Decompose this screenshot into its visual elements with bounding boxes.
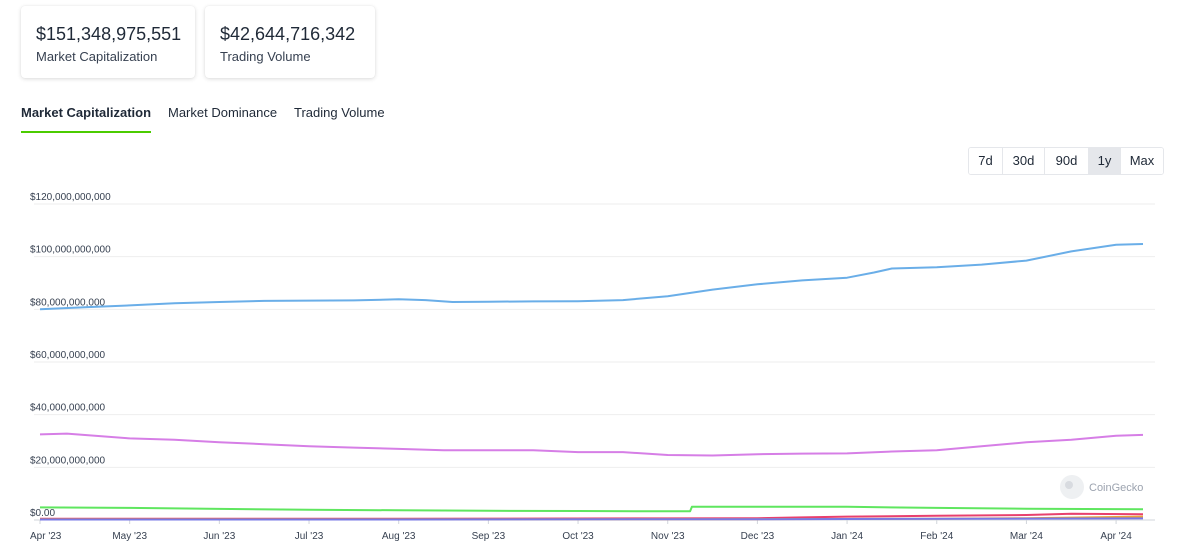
coingecko-watermark: CoinGecko bbox=[1060, 475, 1143, 499]
x-tick-label: Apr '24 bbox=[1100, 531, 1132, 542]
x-tick-label: Apr '23 bbox=[30, 531, 62, 542]
time-range-selector: 7d 30d 90d 1y Max bbox=[968, 147, 1164, 175]
tab-market-capitalization[interactable]: Market Capitalization bbox=[21, 105, 152, 133]
trading-volume-card: $42,644,716,342 Trading Volume bbox=[205, 6, 375, 78]
coingecko-logo-eye bbox=[1065, 481, 1073, 489]
trading-volume-label: Trading Volume bbox=[220, 49, 311, 64]
y-axis-ticks: $0.00 $20,000,000,000 $40,000,000,000 $60,0… bbox=[30, 192, 111, 519]
series-line-2 bbox=[39, 505, 1144, 513]
series-line-5 bbox=[40, 517, 1144, 521]
y-tick-label: $60,000,000,000 bbox=[30, 350, 106, 361]
trading-volume-value: $42,644,716,342 bbox=[220, 24, 356, 44]
range-7d-button[interactable]: 7d bbox=[969, 148, 1002, 174]
x-tick-label: Jun '23 bbox=[203, 531, 235, 542]
x-tick-label: Mar '24 bbox=[1010, 531, 1043, 542]
x-axis-ticks: Apr '23 May '23 Jun '23 Jul '23 Aug '23 Sep '… bbox=[30, 520, 1132, 542]
y-tick-label: $100,000,000,000 bbox=[30, 245, 111, 256]
x-tick-label: Sep '23 bbox=[472, 531, 506, 542]
range-1y-button[interactable]: 1y bbox=[1088, 148, 1120, 174]
x-tick-label: May '23 bbox=[112, 531, 147, 542]
y-tick-label: $120,000,000,000 bbox=[30, 192, 111, 203]
series-line-1 bbox=[39, 432, 1144, 457]
market-cap-value: $151,348,975,551 bbox=[36, 24, 182, 44]
range-90d-button[interactable]: 90d bbox=[1044, 148, 1088, 174]
chart-grid bbox=[34, 203, 1155, 521]
y-tick-label: $0.00 bbox=[30, 508, 55, 519]
x-tick-label: Jul '23 bbox=[295, 531, 324, 542]
x-tick-label: Jan '24 bbox=[831, 531, 863, 542]
x-tick-label: Nov '23 bbox=[651, 531, 685, 542]
x-tick-label: Aug '23 bbox=[382, 531, 416, 542]
range-30d-button[interactable]: 30d bbox=[1002, 148, 1044, 174]
chart-series bbox=[39, 243, 1144, 521]
range-max-button[interactable]: Max bbox=[1120, 148, 1163, 174]
watermark-text: CoinGecko bbox=[1089, 482, 1143, 494]
market-cap-card: $151,348,975,551 Market Capitalization bbox=[21, 6, 195, 78]
x-tick-label: Dec '23 bbox=[741, 531, 775, 542]
y-tick-label: $20,000,000,000 bbox=[30, 455, 106, 466]
series-line-0 bbox=[39, 243, 1144, 311]
x-tick-label: Oct '23 bbox=[562, 531, 594, 542]
market-cap-chart: $0.00 $20,000,000,000 $40,000,000,000 $60,0… bbox=[30, 192, 1155, 542]
y-tick-label: $40,000,000,000 bbox=[30, 403, 106, 414]
market-cap-label: Market Capitalization bbox=[36, 49, 158, 64]
tab-trading-volume[interactable]: Trading Volume bbox=[294, 105, 385, 131]
x-tick-label: Feb '24 bbox=[920, 531, 953, 542]
tab-market-dominance[interactable]: Market Dominance bbox=[168, 105, 277, 131]
